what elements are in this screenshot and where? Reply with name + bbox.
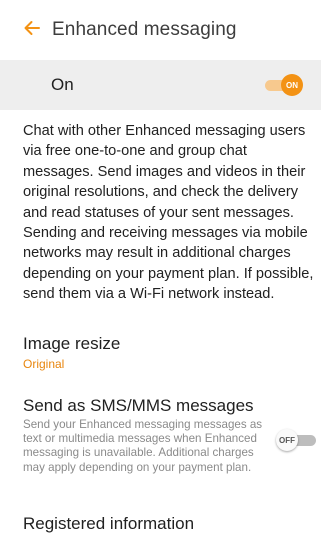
registered-information-title: Registered information [23, 514, 195, 533]
registered-information-setting[interactable]: Registered information [0, 504, 321, 550]
image-resize-value: Original [23, 357, 65, 371]
screen: Enhanced messaging On ON Chat with other… [0, 0, 321, 550]
feature-description: Chat with other Enhanced messaging users… [23, 123, 314, 303]
send-as-sms-title: Send as SMS/MMS messages [23, 396, 254, 415]
toggle-knob: OFF [276, 429, 298, 451]
image-resize-setting[interactable]: Image resize Original [0, 326, 321, 376]
back-button[interactable] [12, 10, 52, 50]
toggle-knob: ON [281, 74, 303, 96]
master-switch-row[interactable]: On ON [0, 60, 321, 110]
send-as-sms-description: Send your Enhanced messaging messages as… [23, 418, 263, 474]
send-as-sms-toggle[interactable]: OFF [276, 428, 316, 452]
page-title: Enhanced messaging [52, 19, 237, 40]
app-bar: Enhanced messaging [0, 0, 321, 60]
arrow-left-icon [23, 19, 41, 42]
master-switch-label: On [51, 75, 74, 94]
send-as-sms-setting[interactable]: Send as SMS/MMS messages Send your Enhan… [0, 388, 321, 498]
master-switch-toggle[interactable]: ON [263, 73, 303, 97]
image-resize-title: Image resize [23, 334, 121, 353]
